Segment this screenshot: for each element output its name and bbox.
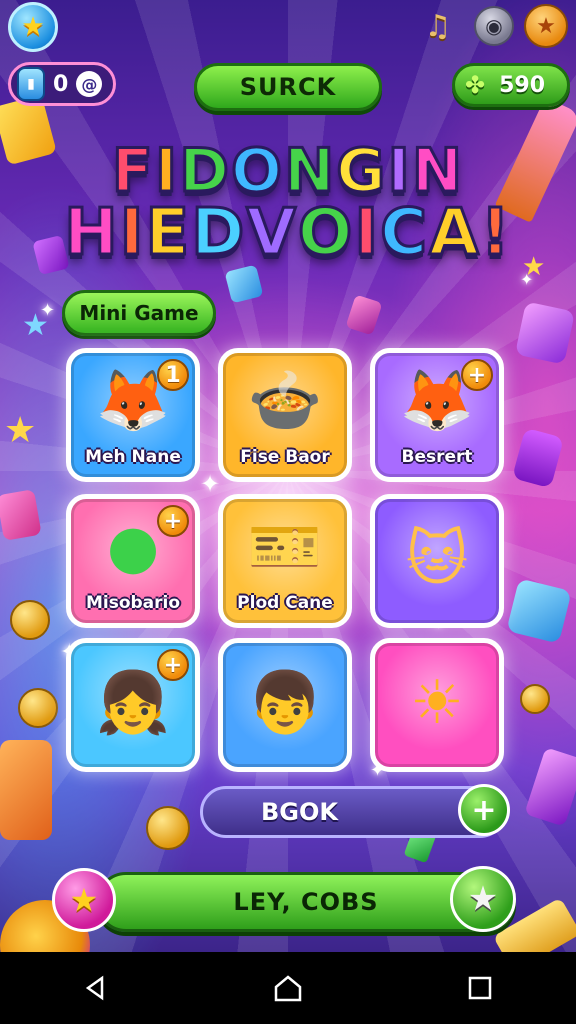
- home-icon: [274, 975, 302, 1002]
- score-counter[interactable]: ✤ 590: [452, 63, 570, 107]
- title-letter: V: [245, 195, 298, 272]
- mask-icon: ◉: [485, 14, 503, 38]
- cat-icon: 🐱: [405, 524, 469, 594]
- yellow-star-decoration: ★: [4, 410, 37, 451]
- recents-icon: [468, 976, 492, 1000]
- green-blob-icon: ●: [106, 512, 160, 582]
- title-letter: A: [428, 195, 481, 272]
- title-letter: !: [479, 195, 512, 272]
- star-icon: ★: [69, 881, 99, 919]
- mini-game-label: Mini Game: [62, 290, 216, 336]
- blue-cube-decoration: [224, 264, 264, 304]
- letter-block-decoration: [506, 578, 572, 644]
- book-add-button[interactable]: +: [458, 784, 510, 836]
- game-tile[interactable]: ● + Misobario: [66, 494, 200, 628]
- letter-block-decoration: [0, 740, 52, 840]
- title-letter: E: [144, 195, 192, 272]
- coin-shop-button[interactable]: ★: [524, 4, 568, 48]
- game-tile[interactable]: ☀: [370, 638, 504, 772]
- game-tile[interactable]: 🦊 + Besrert: [370, 348, 504, 482]
- recents-button[interactable]: [450, 958, 510, 1018]
- score-value: 590: [499, 72, 546, 98]
- purple-gem-decoration: [524, 747, 576, 827]
- system-nav-bar: [0, 952, 576, 1024]
- game-tile[interactable]: 🦊 1 Meh Nane: [66, 348, 200, 482]
- coin-decoration: [520, 684, 550, 714]
- ticket-icon: 🎫: [247, 512, 323, 582]
- gem-counter[interactable]: ▮ 0 @: [8, 62, 116, 106]
- swirl-icon: @: [76, 71, 103, 97]
- tile-label: Misobario: [85, 593, 181, 613]
- mask-button[interactable]: ◉: [474, 6, 514, 46]
- star-icon: ★: [21, 12, 45, 42]
- music-note-icon: ♫: [424, 8, 452, 44]
- back-button[interactable]: [66, 958, 126, 1018]
- game-tile[interactable]: 🐱: [370, 494, 504, 628]
- tile-badge[interactable]: +: [157, 505, 189, 537]
- tile-badge[interactable]: 1: [157, 359, 189, 391]
- title-letter: C: [379, 195, 430, 272]
- star-icon: ★: [467, 879, 499, 919]
- game-tile[interactable]: 👧 +: [66, 638, 200, 772]
- coin-decoration: [18, 688, 58, 728]
- title-letter: I: [118, 195, 146, 272]
- game-title-line-2: HIEDVOICA!: [0, 195, 576, 272]
- tile-label: Fise Baor: [240, 447, 330, 467]
- letter-block-decoration: [0, 489, 42, 541]
- coin-decoration: [10, 600, 50, 640]
- pot-icon: 🍲: [247, 366, 323, 436]
- home-button[interactable]: [258, 958, 318, 1018]
- purple-gem-decoration: [514, 301, 576, 365]
- sun-icon: ☀: [410, 668, 464, 738]
- blonde-girl-icon: 👧: [95, 668, 171, 738]
- title-label: SURCK: [239, 73, 337, 101]
- music-button[interactable]: ♫: [418, 6, 458, 46]
- potion-decoration: [345, 294, 383, 336]
- sparkle-decoration: ✦: [200, 470, 221, 498]
- title-letter: H: [63, 195, 120, 272]
- tile-label: Plod Cane: [237, 593, 333, 613]
- coin-star-icon: ★: [536, 13, 556, 39]
- title-letter: D: [190, 195, 247, 272]
- game-tile[interactable]: 👦: [218, 638, 352, 772]
- game-tile[interactable]: 🎫 Plod Cane: [218, 494, 352, 628]
- clover-icon: ✤: [465, 71, 486, 99]
- tile-badge[interactable]: +: [461, 359, 493, 391]
- mini-game-text: Mini Game: [79, 301, 199, 325]
- plus-icon: +: [471, 792, 497, 828]
- tile-badge[interactable]: +: [157, 649, 189, 681]
- blue-star-decoration: ★: [22, 308, 49, 343]
- game-tile[interactable]: 🍲 Fise Baor: [218, 348, 352, 482]
- star-menu-button[interactable]: ★: [8, 2, 58, 52]
- potion-decoration: [511, 427, 565, 489]
- gem-count: 0: [53, 71, 69, 97]
- title-letter: I: [353, 195, 381, 272]
- coin-decoration: [146, 806, 190, 850]
- star-reward-button[interactable]: ★: [450, 866, 516, 932]
- title-letter: O: [296, 195, 355, 272]
- tile-label: Meh Nane: [85, 447, 181, 467]
- tile-label: Besrert: [401, 447, 473, 467]
- boy-icon: 👦: [247, 668, 323, 738]
- book-label: BGOK: [261, 798, 338, 826]
- back-icon: [85, 975, 104, 1001]
- star-bonus-button[interactable]: ★: [52, 868, 116, 932]
- potion-icon: ▮: [17, 67, 45, 101]
- play-label: LEY, COBS: [233, 888, 379, 916]
- title-banner: SURCK: [194, 63, 382, 111]
